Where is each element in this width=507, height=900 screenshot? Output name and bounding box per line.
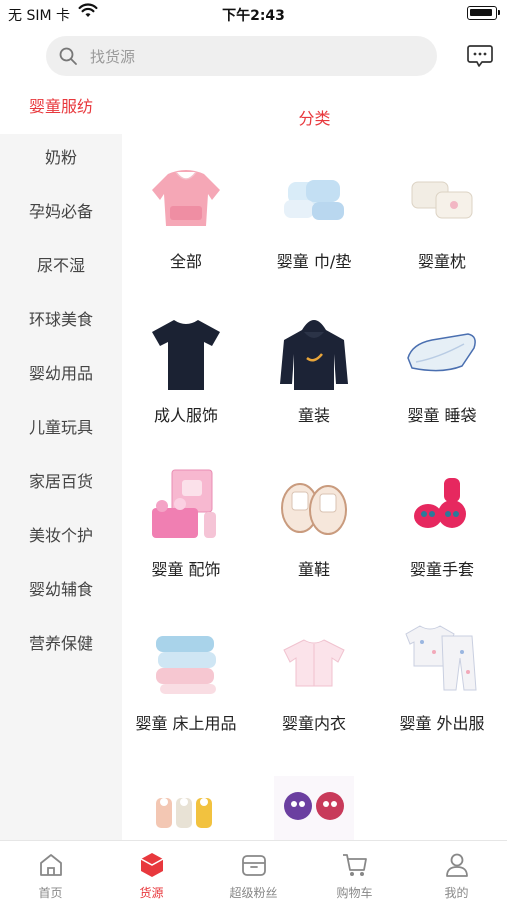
category-baby-towels[interactable]: 婴童 巾/垫 xyxy=(250,160,378,310)
sidebar-item-nutrition[interactable]: 营养保健 xyxy=(0,630,122,654)
mittens-image xyxy=(414,478,466,528)
category-baby-bedding[interactable]: 婴童 床上用品 xyxy=(122,622,250,772)
message-icon[interactable] xyxy=(467,44,493,68)
gift-box-image xyxy=(152,469,216,538)
category-label: 婴童手套 xyxy=(409,560,474,579)
sidebar-item-diapers[interactable]: 尿不湿 xyxy=(0,252,122,276)
tab-super-fans[interactable]: 超级粉丝 xyxy=(203,841,304,900)
box-icon xyxy=(242,855,266,876)
slippers-image xyxy=(281,483,347,535)
search-icon xyxy=(59,47,77,65)
category-label: 童装 xyxy=(297,406,330,425)
category-label: 全部 xyxy=(169,252,202,271)
sidebar-item-milk-powder[interactable]: 奶粉 xyxy=(0,144,122,168)
category-baby-outerwear[interactable]: 婴童 外出服 xyxy=(378,622,506,772)
search-placeholder: 找货源 xyxy=(90,48,136,66)
sleeping-bag-image xyxy=(407,333,476,372)
category-kids-shoes[interactable]: 童鞋 xyxy=(250,468,378,618)
home-icon xyxy=(40,854,62,876)
user-icon xyxy=(446,853,468,877)
category-label: 婴童枕 xyxy=(417,252,466,271)
category-sidebar: 婴童服纺 奶粉 孕妈必备 尿不湿 环球美食 婴幼用品 儿童玩具 家居百货 美妆个… xyxy=(0,80,122,840)
blankets-image xyxy=(156,636,216,694)
search-bar[interactable]: 找货源 xyxy=(46,36,437,76)
sidebar-item-beauty[interactable]: 美妆个护 xyxy=(0,522,122,546)
category-label: 婴童 外出服 xyxy=(399,714,485,733)
bib-image xyxy=(152,170,220,226)
baby-top-image xyxy=(283,639,345,687)
section-title: 分类 xyxy=(298,109,331,128)
cube-icon xyxy=(140,853,164,877)
sidebar-item-baby-textiles[interactable]: 婴童服纺 xyxy=(0,80,122,134)
cart-icon xyxy=(343,854,367,876)
category-baby-mittens[interactable]: 婴童手套 xyxy=(378,468,506,618)
category-all[interactable]: 全部 xyxy=(122,160,250,310)
category-baby-sleeping-bag[interactable]: 婴童 睡袋 xyxy=(378,314,506,464)
battery-icon xyxy=(467,6,500,20)
category-adult-clothing[interactable]: 成人服饰 xyxy=(122,314,250,464)
tab-sourcing[interactable]: 货源 xyxy=(101,841,202,900)
category-baby-accessories[interactable]: 婴童 配饰 xyxy=(122,468,250,618)
status-bar: 无 SIM 卡 下午2:43 xyxy=(0,0,507,28)
towels-image xyxy=(284,180,344,220)
pajama-image xyxy=(405,625,477,691)
category-label: 婴童 床上用品 xyxy=(135,714,237,733)
sidebar-item-baby-supplies[interactable]: 婴幼用品 xyxy=(0,360,122,384)
pillow-image xyxy=(411,181,473,219)
category-label: 成人服饰 xyxy=(153,406,218,425)
sidebar-item-maternity[interactable]: 孕妈必备 xyxy=(0,198,122,222)
category-baby-underwear[interactable]: 婴童内衣 xyxy=(250,622,378,772)
sidebar-item-home-goods[interactable]: 家居百货 xyxy=(0,468,122,492)
category-kids-clothing[interactable]: 童装 xyxy=(250,314,378,464)
category-label: 童鞋 xyxy=(297,560,330,579)
sidebar-item-baby-food[interactable]: 婴幼辅食 xyxy=(0,576,122,600)
category-label: 婴童 巾/垫 xyxy=(276,252,352,271)
category-label: 婴童 配饰 xyxy=(151,560,221,579)
hoodie-image xyxy=(280,320,348,390)
category-baby-pillow[interactable]: 婴童枕 xyxy=(378,160,506,310)
tab-cart[interactable]: 购物车 xyxy=(304,841,405,900)
category-label: 婴童 睡袋 xyxy=(407,406,477,425)
sidebar-item-global-food[interactable]: 环球美食 xyxy=(0,306,122,330)
category-label: 婴童内衣 xyxy=(281,714,346,733)
tab-profile[interactable]: 我的 xyxy=(406,841,507,900)
tab-home[interactable]: 首页 xyxy=(0,841,101,900)
sidebar-item-toys[interactable]: 儿童玩具 xyxy=(0,414,122,438)
clock: 下午2:43 xyxy=(222,8,285,24)
tshirt-image xyxy=(152,320,220,390)
bottom-tab-bar: 首页 货源 超级粉丝 购物车 我的 xyxy=(0,840,507,900)
